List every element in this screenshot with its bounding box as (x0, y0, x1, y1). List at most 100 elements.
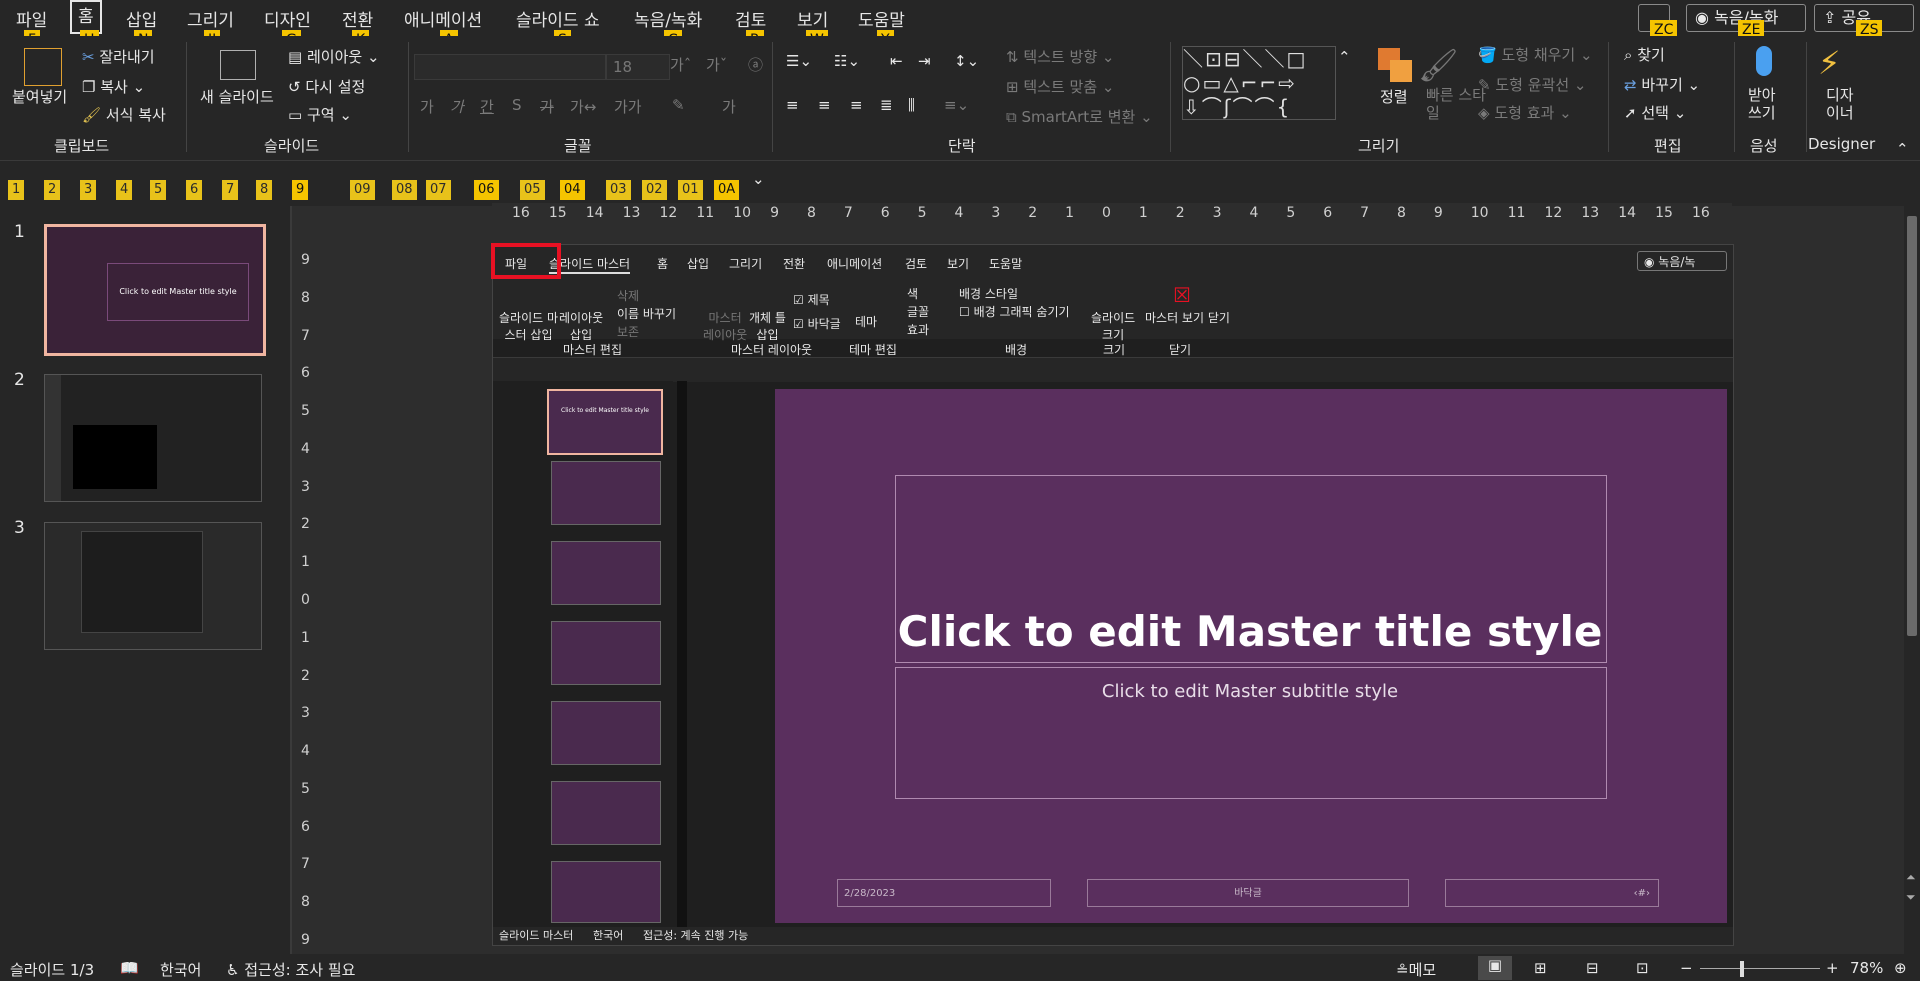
inner-tab-draw[interactable]: 그리기 (729, 255, 762, 272)
new-slide-icon[interactable] (220, 50, 256, 80)
slideshow-icon[interactable]: ⊡ (1636, 959, 1649, 977)
tab-view[interactable]: 보기 (797, 6, 828, 31)
replace-button[interactable]: ⇄ 바꾸기 ⌄ (1624, 74, 1700, 95)
qat-keytip-5[interactable]: 5 (150, 180, 167, 200)
tab-help[interactable]: 도움말 (858, 6, 905, 31)
inner-insert-layout-button[interactable]: 레이아웃 삽입 (559, 309, 603, 343)
inner-effects-button[interactable]: 효과 (907, 321, 929, 338)
inner-slide-size-button[interactable]: 슬라이드 크기 (1091, 309, 1135, 343)
qat-keytip-06[interactable]: 06 (474, 180, 499, 200)
dictate-button[interactable]: 받아 쓰기 (1748, 86, 1788, 122)
italic-icon[interactable]: 가 (450, 96, 464, 117)
arrange-button[interactable]: 정렬 (1380, 86, 1408, 107)
text-direction-button[interactable]: ⇅ 텍스트 방향 ⌄ (1006, 46, 1114, 67)
inner-tab-insert[interactable]: 삽입 (687, 255, 709, 272)
line-spacing-icon[interactable]: ↕⌄ (954, 52, 979, 70)
shadow-icon[interactable]: S (512, 96, 522, 114)
normal-view-icon[interactable]: ▣ (1478, 956, 1512, 980)
slide-thumbnail-2[interactable] (44, 374, 262, 502)
arrange-icon[interactable] (1378, 48, 1412, 82)
slide-thumbnail-3[interactable] (44, 522, 262, 650)
section-button[interactable]: ▭ 구역 ⌄ (288, 104, 352, 125)
inner-insert-placeholder-button[interactable]: 개체 틀 삽입 (749, 309, 786, 343)
clear-format-icon[interactable]: ⓐ (748, 54, 763, 75)
tab-review[interactable]: 검토 (735, 6, 766, 31)
align-center-icon[interactable]: ≡ (818, 96, 831, 114)
inner-layout-thumb[interactable] (551, 541, 661, 605)
fit-slide-icon[interactable]: ⊕ (1894, 959, 1907, 977)
qat-customize-icon[interactable]: ⌄ (752, 170, 765, 188)
inner-tab-help[interactable]: 도움말 (989, 255, 1022, 272)
qat-keytip-04[interactable]: 04 (560, 180, 585, 200)
align-left-icon[interactable]: ≡ (786, 96, 799, 114)
inner-layout-thumb-master[interactable]: Click to edit Master title style (547, 389, 663, 455)
slide-thumbnail-1[interactable]: Click to edit Master title style (44, 224, 266, 356)
inner-layout-thumb[interactable] (551, 461, 661, 525)
tab-insert[interactable]: 삽입 (126, 6, 157, 31)
copy-button[interactable]: ❐ 복사 ⌄ (82, 76, 145, 97)
inner-tab-review[interactable]: 검토 (905, 255, 927, 272)
next-slide-icon[interactable]: ⏷ (1906, 890, 1916, 905)
microphone-icon[interactable] (1756, 46, 1772, 76)
footer-placeholder[interactable]: 바닥글 (1087, 879, 1409, 907)
vertical-scrollbar[interactable]: ⏶ ⏷ (1904, 206, 1920, 954)
select-button[interactable]: ➚ 선택 ⌄ (1624, 102, 1686, 123)
inner-tab-transitions[interactable]: 전환 (783, 255, 805, 272)
qat-keytip-08[interactable]: 08 (392, 180, 417, 200)
cut-button[interactable]: ✂ 잘라내기 (82, 46, 155, 67)
tab-record[interactable]: 녹음/녹화 (634, 6, 702, 31)
inner-fonts-button[interactable]: 글꼴 (907, 303, 929, 320)
tab-home[interactable]: 홈 (70, 0, 102, 34)
prev-slide-icon[interactable]: ⏶ (1906, 870, 1916, 885)
inner-delete-button[interactable]: 삭제 (617, 287, 639, 304)
inner-footer-checkbox[interactable]: ☑ 바닥글 (793, 315, 841, 332)
qat-keytip-4[interactable]: 4 (116, 180, 133, 200)
inner-colors-button[interactable]: 색 (907, 285, 918, 302)
underline-icon[interactable]: 간 (480, 96, 494, 117)
slide-sorter-icon[interactable]: ⊞ (1534, 959, 1547, 977)
qat-keytip-6[interactable]: 6 (186, 180, 203, 200)
qat-keytip-3[interactable]: 3 (80, 180, 97, 200)
layout-button[interactable]: ▤ 레이아웃 ⌄ (288, 46, 380, 67)
status-accessibility[interactable]: ♿ 접근성: 조사 필요 (226, 959, 355, 980)
shape-effects-button[interactable]: ◈ 도형 효과 ⌄ (1478, 102, 1572, 123)
paste-icon[interactable] (24, 48, 62, 86)
inner-tab-animations[interactable]: 애니메이션 (827, 255, 882, 272)
columns-icon[interactable]: ⫼ (908, 96, 915, 114)
shape-fill-button[interactable]: 🪣 도형 채우기 ⌄ (1478, 44, 1593, 65)
tab-design[interactable]: 디자인 (264, 6, 311, 31)
tab-draw[interactable]: 그리기 (187, 6, 234, 31)
inner-layout-thumb[interactable] (551, 701, 661, 765)
new-slide-button[interactable]: 새 슬라이드 (200, 86, 274, 107)
close-master-icon[interactable]: ☒ (1173, 283, 1191, 307)
qat-keytip-1[interactable]: 1 (8, 180, 25, 200)
page-number-placeholder[interactable]: ‹#› (1445, 879, 1659, 907)
text-align-icon[interactable]: ≡⌄ (944, 96, 969, 114)
qat-keytip-2[interactable]: 2 (44, 180, 61, 200)
inner-layout-thumb[interactable] (551, 621, 661, 685)
tab-transitions[interactable]: 전환 (342, 6, 373, 31)
align-text-button[interactable]: ⊞ 텍스트 맞춤 ⌄ (1006, 76, 1114, 97)
inner-themes-button[interactable]: 테마 (855, 313, 877, 330)
shapes-gallery[interactable]: ＼⊡⊟＼＼□ ○▭△⌐⌐⇨ ⇩⌒ʃ⌒⌒{ (1182, 46, 1336, 120)
gallery-scroll-icon[interactable]: ⌃ (1338, 48, 1351, 66)
qat-keytip-01[interactable]: 01 (678, 180, 703, 200)
decrease-font-icon[interactable]: 가ˇ (706, 54, 727, 75)
inner-bg-styles-button[interactable]: 배경 스타일 (959, 285, 1018, 302)
format-painter-button[interactable]: 🖌 서식 복사 (82, 104, 166, 125)
qat-keytip-9[interactable]: 9 (292, 180, 309, 200)
inner-title-checkbox[interactable]: ☑ 제목 (793, 291, 830, 308)
inner-panel-scrollbar[interactable] (677, 381, 687, 927)
inner-master-layout-button[interactable]: 마스터 레이아웃 (703, 309, 747, 343)
qat-keytip-0a[interactable]: 0A (714, 180, 740, 200)
font-size-select[interactable]: 18 (606, 54, 670, 80)
align-right-icon[interactable]: ≡ (850, 96, 863, 114)
inner-preserve-button[interactable]: 보존 (617, 323, 639, 340)
paste-button[interactable]: 붙여넣기 (12, 86, 67, 107)
inner-layout-thumb[interactable] (551, 781, 661, 845)
notes-button[interactable]: ≗메모 (1396, 959, 1436, 980)
font-color-icon[interactable]: 가 (722, 96, 736, 117)
shape-outline-button[interactable]: ✎ 도형 윤곽선 ⌄ (1478, 74, 1586, 95)
spelling-icon[interactable]: 📖 (120, 959, 139, 977)
zoom-slider-thumb[interactable] (1740, 961, 1744, 977)
